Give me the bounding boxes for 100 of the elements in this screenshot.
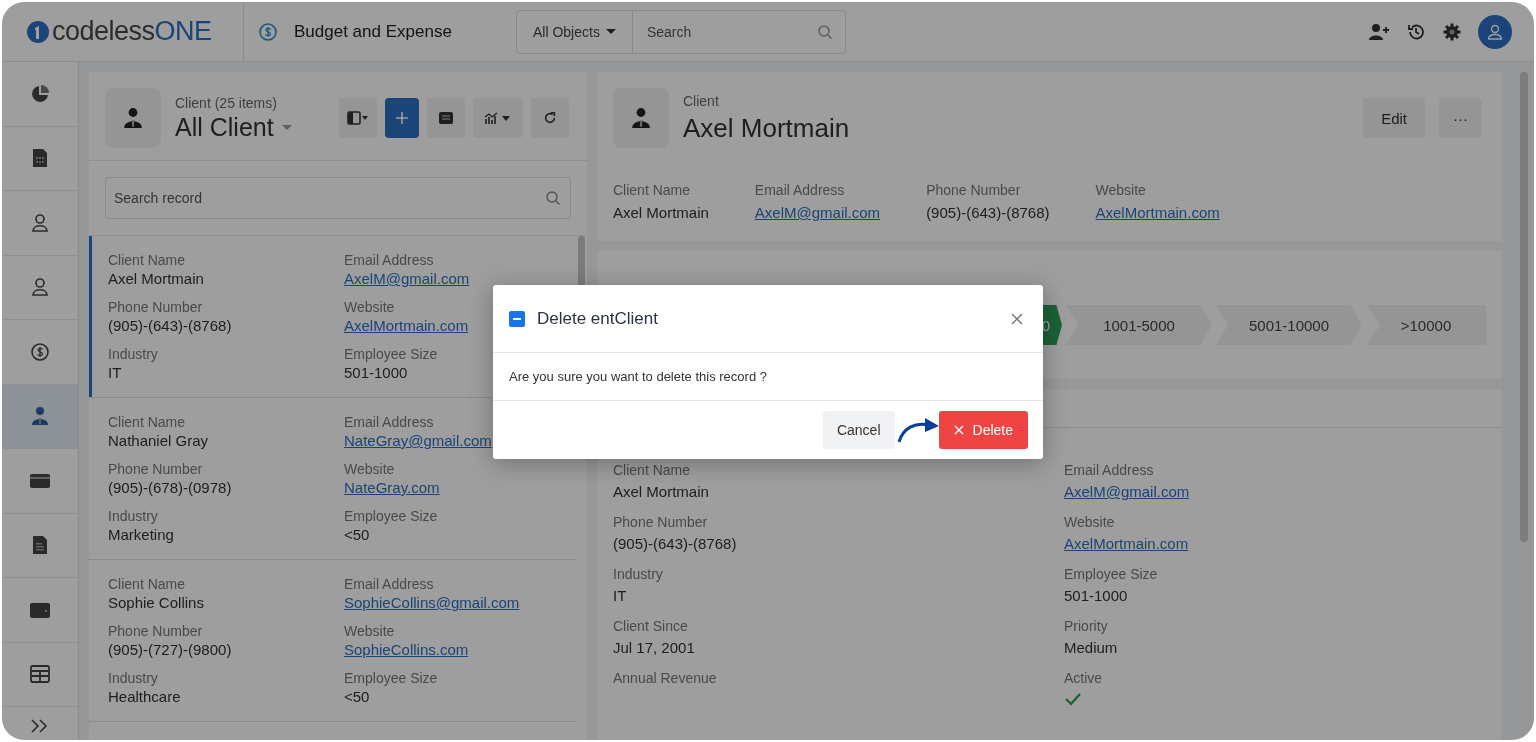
calculator-document-icon: [32, 148, 48, 169]
search-icon: [545, 190, 561, 206]
object-filter-dropdown[interactable]: All Objects: [517, 10, 633, 53]
field-value: Axel Mortmain: [613, 204, 709, 221]
search-field[interactable]: Search: [632, 22, 817, 41]
field-link[interactable]: NateGray.com: [344, 479, 440, 496]
record-title: Axel Mortmain: [683, 112, 851, 144]
logo-icon: [26, 19, 50, 44]
person-icon: [30, 277, 50, 298]
field-value: 501-1000: [344, 364, 408, 381]
refresh-button[interactable]: [531, 98, 569, 138]
scrollbar[interactable]: [1520, 72, 1528, 542]
field-label: Employee Size: [1064, 566, 1158, 582]
field-label: Employee Size: [344, 346, 438, 362]
more-button[interactable]: ···: [1439, 98, 1482, 138]
field-label: Client Name: [108, 576, 186, 592]
sidebar-item[interactable]: [2, 384, 78, 449]
field-label: Website: [344, 623, 395, 639]
field-value: Marketing: [108, 526, 174, 543]
field-value: Axel Mortmain: [613, 483, 709, 500]
field-label: Website: [1064, 514, 1115, 530]
field-label: Client Name: [108, 414, 186, 430]
field-value: Axel Mortmain: [108, 270, 204, 287]
expand-icon: [30, 718, 50, 734]
dollar-icon: [258, 21, 278, 42]
field-label: Email Address: [344, 414, 434, 430]
field-label: Client Since: [613, 618, 688, 634]
dialog-title: Delete entClient: [537, 308, 659, 329]
field-link[interactable]: AxelMortmain.com: [344, 317, 469, 334]
client-avatar: [613, 88, 669, 148]
field-label: Phone Number: [108, 623, 203, 639]
field-link[interactable]: AxelM@gmail.com: [344, 270, 470, 287]
field-value: Sophie Collins: [108, 594, 204, 611]
field-label: Email Address: [754, 182, 845, 198]
field-value: Jul 17, 2001: [613, 639, 695, 656]
user-avatar[interactable]: [1478, 14, 1512, 49]
field-label: Client Name: [613, 182, 691, 198]
field-link[interactable]: NateGray@gmail.com: [344, 432, 492, 449]
stage-step[interactable]: 1001-5000: [1066, 305, 1212, 345]
person-icon: [30, 212, 50, 233]
field-value: Nathaniel Gray: [108, 432, 209, 449]
field-label: Email Address: [344, 576, 434, 592]
list-icon: [438, 111, 454, 125]
field-label: Industry: [108, 346, 158, 362]
client-icon: [30, 406, 50, 427]
credit-card-icon: [29, 471, 51, 490]
settings-icon[interactable]: [1442, 21, 1462, 42]
logo-wordmark: codelessONE: [52, 16, 212, 47]
chart-button[interactable]: [473, 98, 523, 138]
close-icon: [953, 425, 964, 435]
pie-chart-icon: [30, 83, 50, 104]
app-title: Budget and Expense: [294, 21, 452, 42]
field-link[interactable]: AxelM@gmail.com: [754, 204, 881, 221]
search-record-field[interactable]: Search record: [105, 177, 571, 219]
cancel-button[interactable]: Cancel: [822, 411, 895, 449]
field-link[interactable]: AxelM@gmail.com: [1064, 483, 1190, 500]
field-link[interactable]: SophieCollins.com: [344, 641, 469, 658]
field-label: Website: [344, 461, 395, 477]
field-label: Email Address: [1064, 462, 1154, 478]
field-label: Website: [1095, 182, 1146, 198]
field-label: Client Name: [613, 462, 691, 478]
field-label: Phone Number: [108, 299, 203, 315]
field-link[interactable]: AxelMortmain.com: [1064, 535, 1189, 552]
record-type: Client: [683, 92, 720, 109]
field-label: Industry: [108, 670, 158, 686]
field-value: Medium: [1064, 639, 1118, 656]
field-label: Industry: [613, 566, 663, 582]
field-label: Employee Size: [344, 670, 438, 686]
field-label: Client Name: [108, 252, 186, 268]
list-view-button[interactable]: [427, 98, 465, 138]
close-icon[interactable]: [1011, 312, 1023, 325]
field-value: (905)-(643)-(8768): [613, 535, 737, 552]
delete-button[interactable]: Delete: [938, 411, 1028, 449]
list-subtitle: Client (25 items): [175, 94, 278, 111]
refresh-icon: [543, 111, 557, 125]
field-label: Industry: [108, 508, 158, 524]
edit-button[interactable]: Edit: [1363, 98, 1425, 138]
chart-icon: [484, 111, 512, 125]
curved-arrow-icon: [896, 416, 941, 444]
field-label: Phone Number: [613, 514, 708, 530]
wallet-icon: [29, 600, 51, 619]
plus-icon: [395, 111, 409, 125]
field-value: IT: [613, 587, 627, 604]
field-value: <50: [344, 688, 370, 705]
field-link[interactable]: SophieCollins@gmail.com: [344, 594, 520, 611]
field-value: <50: [344, 526, 370, 543]
field-link[interactable]: AxelMortmain.com: [1095, 204, 1220, 221]
field-label: Priority: [1064, 618, 1108, 634]
stage-step[interactable]: 5001-10000: [1216, 305, 1362, 345]
document-icon: [32, 535, 48, 556]
add-user-icon[interactable]: [1368, 21, 1390, 42]
minus-square-icon: [509, 310, 525, 327]
panel-layout-icon: [347, 111, 369, 125]
field-value: 501-1000: [1064, 587, 1128, 604]
add-button[interactable]: [385, 98, 419, 138]
layout-toggle-button[interactable]: [339, 98, 377, 138]
field-value: (905)-(643)-(8768): [108, 317, 232, 334]
field-value: IT: [108, 364, 122, 381]
stage-step[interactable]: >10000: [1366, 305, 1486, 345]
view-selector[interactable]: All Client: [175, 112, 325, 142]
